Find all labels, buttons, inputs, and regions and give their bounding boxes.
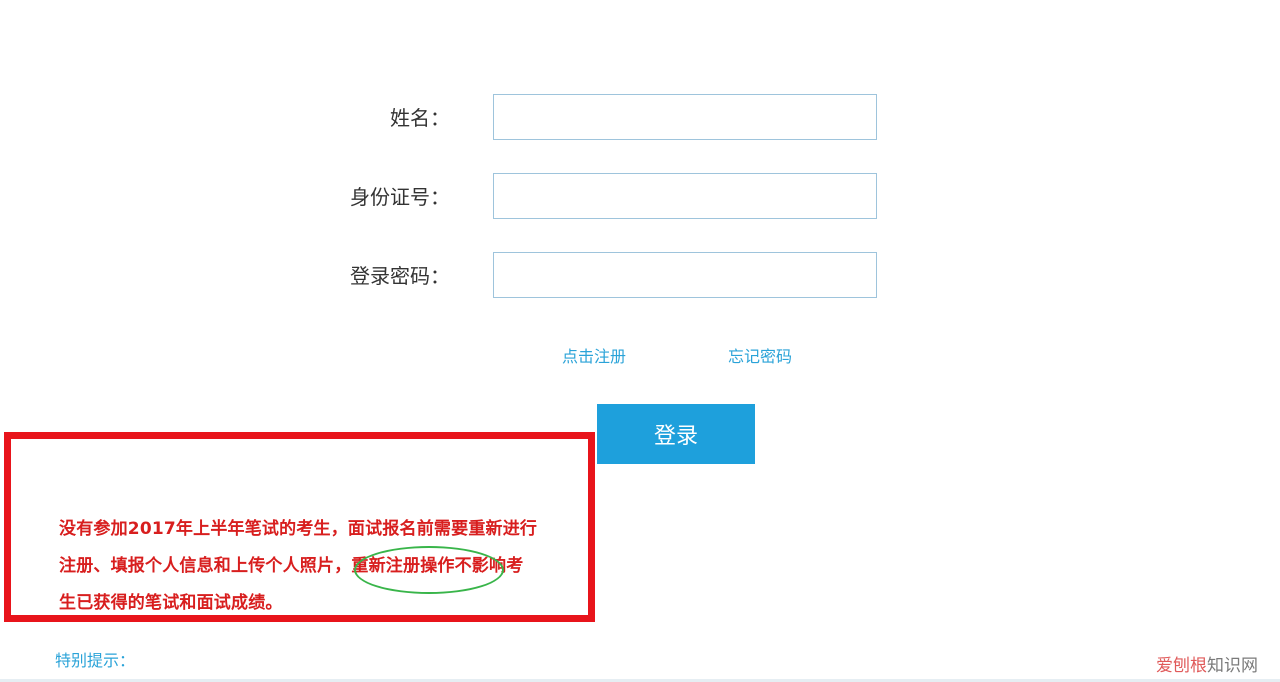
special-tip-label: 特别提示：	[55, 651, 136, 670]
name-label: 姓名：	[390, 106, 450, 130]
watermark: 爱刨根知识网	[1156, 651, 1258, 676]
notice-line-3: 生已获得的笔试和面试成绩。	[59, 593, 283, 613]
name-row: 姓名：	[0, 94, 1280, 142]
notice-box: 没有参加2017年上半年笔试的考生，面试报名前需要重新进行 注册、填报个人信息和…	[4, 432, 595, 622]
watermark-site: 知识网	[1207, 656, 1258, 676]
id-number-label: 身份证号：	[350, 185, 450, 209]
watermark-brand: 爱刨根	[1156, 656, 1207, 676]
login-page: 姓名： 身份证号： 登录密码： 点击注册 忘记密码 登录 没有参加2017年上半…	[0, 0, 1280, 682]
forgot-password-link[interactable]: 忘记密码	[728, 343, 792, 367]
id-number-row: 身份证号：	[0, 173, 1280, 221]
login-button[interactable]: 登录	[597, 404, 755, 464]
password-input[interactable]	[493, 252, 877, 298]
register-link[interactable]: 点击注册	[562, 343, 626, 367]
id-number-input[interactable]	[493, 173, 877, 219]
notice-text: 没有参加2017年上半年笔试的考生，面试报名前需要重新进行 注册、填报个人信息和…	[59, 511, 579, 622]
notice-line-1: 没有参加2017年上半年笔试的考生，面试报名前需要重新进行	[59, 519, 538, 539]
notice-line-2: 注册、填报个人信息和上传个人照片，重新注册操作不影响考	[59, 548, 579, 585]
password-label: 登录密码：	[350, 264, 450, 288]
name-input[interactable]	[493, 94, 877, 140]
notice-line-2-suffix: 不影响考	[454, 556, 524, 576]
notice-line-2-prefix: 注册、填报个人信息和上传个人照片，	[59, 556, 352, 576]
password-row: 登录密码：	[0, 252, 1280, 300]
notice-highlight: 重新注册操作	[351, 556, 455, 576]
